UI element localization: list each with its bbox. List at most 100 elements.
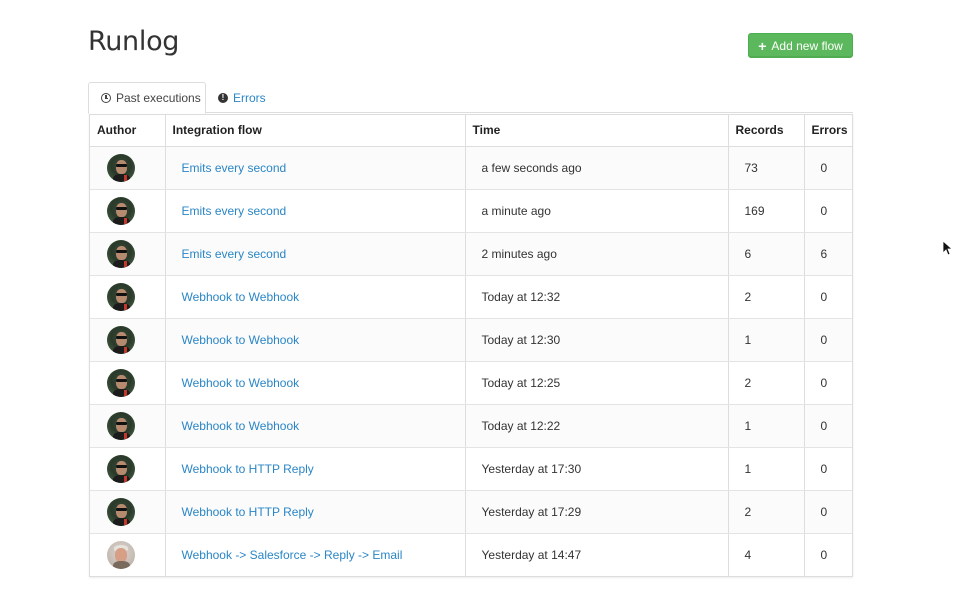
add-new-flow-label: Add new flow <box>771 38 843 53</box>
flow-link[interactable]: Emits every second <box>182 204 287 218</box>
cell-time: Today at 12:25 <box>465 361 729 405</box>
table-row: Emits every second a minute ago 169 0 <box>90 189 852 233</box>
avatar-sunglasses[interactable] <box>107 153 135 182</box>
cell-errors: 6 <box>804 232 852 276</box>
cell-author <box>90 318 166 362</box>
cell-author <box>90 275 166 319</box>
avatar-sunglasses[interactable] <box>107 325 135 354</box>
cell-time: Yesterday at 17:29 <box>465 490 729 534</box>
tab-errors[interactable]: ! Errors <box>218 82 266 113</box>
flow-link[interactable]: Webhook to HTTP Reply <box>182 462 314 476</box>
cell-errors: 0 <box>804 361 852 405</box>
page-title: Runlog <box>88 26 180 57</box>
cell-records: 2 <box>728 361 805 405</box>
cell-errors: 0 <box>804 490 852 534</box>
cell-time: Today at 12:32 <box>465 275 729 319</box>
cell-author <box>90 404 166 448</box>
flow-link[interactable]: Webhook to HTTP Reply <box>182 505 314 519</box>
cell-errors: 0 <box>804 318 852 362</box>
cell-integration-flow: Webhook to Webhook <box>165 404 466 448</box>
cell-errors: 0 <box>804 189 852 233</box>
tab-label: Errors <box>233 90 266 105</box>
table-row: Webhook to Webhook Today at 12:25 2 0 <box>90 361 852 405</box>
cell-records: 6 <box>728 232 805 276</box>
cell-time: Yesterday at 17:30 <box>465 447 729 491</box>
tab-past-executions[interactable]: Past executions <box>88 82 206 114</box>
cell-time: 2 minutes ago <box>465 232 729 276</box>
runlog-page: Runlog + Add new flow Past executions ! … <box>0 0 960 593</box>
cell-records: 2 <box>728 490 805 534</box>
cell-integration-flow: Webhook to Webhook <box>165 361 466 405</box>
plus-icon: + <box>758 37 767 54</box>
cell-records: 73 <box>728 146 805 190</box>
executions-table: Author Integration flow Time Records Err… <box>89 114 853 577</box>
cell-integration-flow: Emits every second <box>165 146 466 190</box>
header-time[interactable]: Time <box>465 115 729 147</box>
header-errors[interactable]: Errors <box>804 115 852 147</box>
cell-author <box>90 189 166 233</box>
cell-author <box>90 490 166 534</box>
cell-time: Today at 12:30 <box>465 318 729 362</box>
cell-records: 1 <box>728 404 805 448</box>
table-row: Webhook to HTTP Reply Yesterday at 17:29 2… <box>90 490 852 534</box>
tab-label: Past executions <box>116 91 201 105</box>
table-row: Webhook to Webhook Today at 12:30 1 0 <box>90 318 852 362</box>
cell-integration-flow: Webhook -> Salesforce -> Reply -> Email <box>165 533 466 576</box>
cell-author <box>90 232 166 276</box>
cell-records: 169 <box>728 189 805 233</box>
cell-integration-flow: Emits every second <box>165 232 466 276</box>
table-row: Emits every second a few seconds ago 73 0 <box>90 146 852 190</box>
cell-errors: 0 <box>820 547 828 562</box>
cell-records: 2 <box>728 275 805 319</box>
table-row: Webhook to HTTP Reply Yesterday at 17:30 1… <box>90 447 852 491</box>
cell-author <box>90 361 166 405</box>
cell-records: 4 <box>728 533 805 576</box>
table-row: Webhook -> Salesforce -> Reply -> Email Y… <box>90 533 852 576</box>
avatar-sunglasses[interactable] <box>107 239 135 268</box>
avatar-sunglasses[interactable] <box>107 454 135 483</box>
table-header-row: Author Integration flow Time Records Err… <box>90 115 852 147</box>
table-row: Emits every second 2 minutes ago 6 6 <box>90 232 852 276</box>
cell-integration-flow: Webhook to Webhook <box>165 275 466 319</box>
cell-errors: 0 <box>804 275 852 319</box>
alert-icon: ! <box>218 92 228 103</box>
flow-link[interactable]: Webhook to Webhook <box>182 376 300 390</box>
cell-integration-flow: Webhook to HTTP Reply <box>165 447 466 491</box>
clock-icon <box>101 93 111 103</box>
cell-records: 1 <box>728 318 805 362</box>
flow-link[interactable]: Webhook to Webhook <box>182 419 300 433</box>
table-row: Webhook to Webhook Today at 12:32 2 0 <box>90 275 852 319</box>
flow-link[interactable]: Emits every second <box>182 161 287 175</box>
flow-link[interactable]: Emits every second <box>182 247 287 261</box>
cell-time: a minute ago <box>465 189 729 233</box>
header-records[interactable]: Records <box>728 115 805 147</box>
cell-time: Yesterday at 14:47 <box>465 533 729 576</box>
avatar-sunglasses[interactable] <box>107 368 135 397</box>
avatar-sunglasses[interactable] <box>107 411 135 440</box>
cell-errors: 0 <box>804 404 852 448</box>
cell-errors: 0 <box>804 146 852 190</box>
cell-records: 1 <box>728 447 805 491</box>
mouse-pointer-icon <box>942 240 952 256</box>
table-row: Webhook to Webhook Today at 12:22 1 0 <box>90 404 852 448</box>
avatar-grey-hair[interactable] <box>107 540 135 569</box>
flow-link[interactable]: Webhook -> Salesforce -> Reply -> Email <box>182 548 403 562</box>
avatar-sunglasses[interactable] <box>107 497 135 526</box>
cell-time: a few seconds ago <box>465 146 729 190</box>
flow-link[interactable]: Webhook to Webhook <box>182 290 300 304</box>
cell-author <box>90 447 166 491</box>
cell-author <box>90 146 166 190</box>
cell-integration-flow: Webhook to Webhook <box>165 318 466 362</box>
runlog-tabs: Past executions ! Errors <box>88 82 853 114</box>
cell-integration-flow: Webhook to HTTP Reply <box>165 490 466 534</box>
cell-errors: 0 <box>804 447 852 491</box>
header-author[interactable]: Author <box>90 115 166 147</box>
add-new-flow-button[interactable]: + Add new flow <box>748 33 853 58</box>
avatar-sunglasses[interactable] <box>107 196 135 225</box>
cell-integration-flow: Emits every second <box>165 189 466 233</box>
cell-time: Today at 12:22 <box>465 404 729 448</box>
header-integration-flow[interactable]: Integration flow <box>165 115 466 147</box>
cell-author <box>90 533 166 576</box>
flow-link[interactable]: Webhook to Webhook <box>182 333 300 347</box>
avatar-sunglasses[interactable] <box>107 282 135 311</box>
